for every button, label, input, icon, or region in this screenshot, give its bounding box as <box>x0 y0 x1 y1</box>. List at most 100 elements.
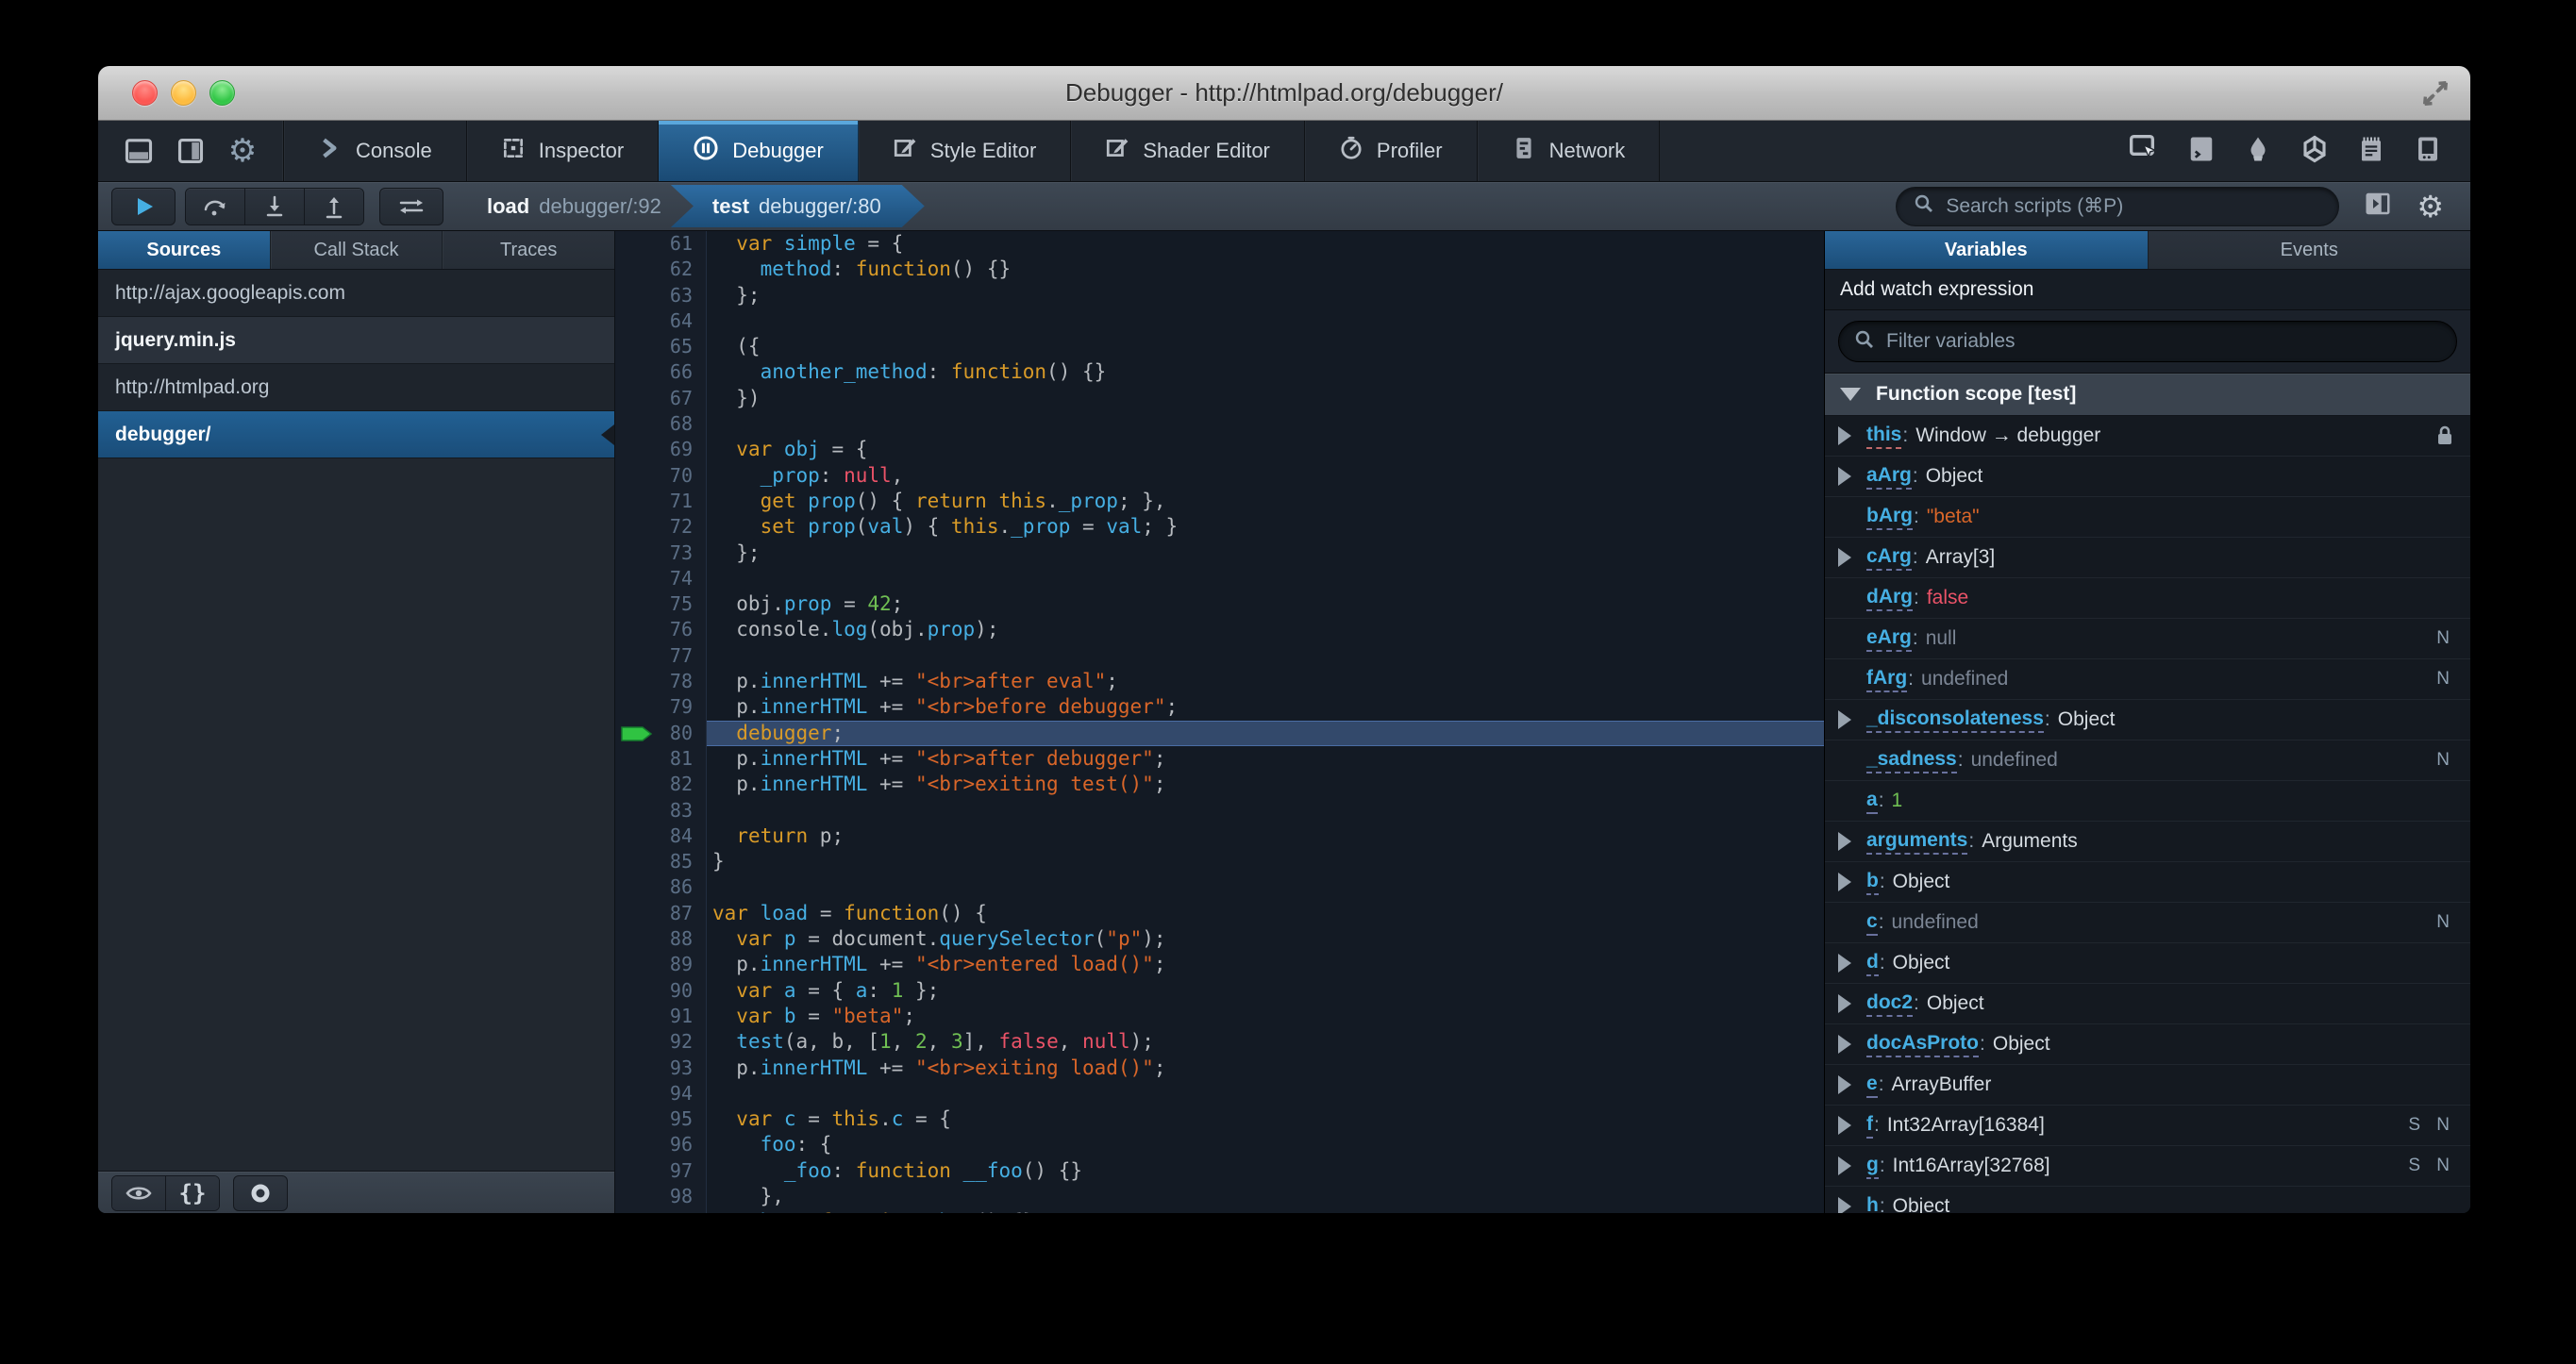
code-text[interactable]: }; <box>707 283 1824 308</box>
code-editor[interactable]: 61 var simple = {62 method: function() {… <box>615 231 1824 1213</box>
split-console-icon[interactable] <box>2187 134 2216 169</box>
line-number-gutter[interactable]: 86 <box>615 874 707 901</box>
line-number-gutter[interactable]: 81 <box>615 745 707 773</box>
scope-header[interactable]: Function scope [test] <box>1825 374 2470 416</box>
tab-sources[interactable]: Sources <box>98 231 271 269</box>
variable-value[interactable]: false <box>1927 587 1968 609</box>
variable-value[interactable]: Arguments <box>1982 830 2078 853</box>
source-item[interactable]: debugger/ <box>98 411 614 458</box>
line-number-gutter[interactable]: 87 <box>615 900 707 927</box>
code-text[interactable]: var load = function() { <box>707 901 1824 926</box>
step-over-button[interactable] <box>186 188 245 225</box>
code-text[interactable]: p.innerHTML += "<br>after eval"; <box>707 669 1824 694</box>
code-text[interactable]: test(a, b, [1, 2, 3], false, null); <box>707 1029 1824 1055</box>
variable-name[interactable]: d <box>1866 951 1879 976</box>
line-number-gutter[interactable]: 97 <box>615 1157 707 1184</box>
variable-name[interactable]: eArg <box>1866 626 1912 652</box>
code-text[interactable]: debugger; <box>707 720 1824 746</box>
tab-profiler[interactable]: Profiler <box>1305 121 1478 181</box>
tab-variables[interactable]: Variables <box>1825 231 2149 269</box>
responsive-mode-icon[interactable] <box>2414 134 2442 169</box>
breadcrumb-load[interactable]: load debugger/:92 <box>474 194 675 219</box>
variable-row[interactable]: _sadness: undefined N <box>1825 740 2470 781</box>
code-text[interactable]: set prop(val) { this._prop = val; } <box>707 514 1824 540</box>
variable-name[interactable]: dArg <box>1866 586 1913 611</box>
paintbrush-icon[interactable] <box>2244 134 2272 169</box>
minimize-button[interactable] <box>171 80 196 106</box>
toolbox-options-gear-icon[interactable]: ⚙ <box>228 135 257 167</box>
variable-row[interactable]: this: Window → debugger <box>1825 416 2470 457</box>
line-number-gutter[interactable]: 98 <box>615 1183 707 1210</box>
variable-name[interactable]: h <box>1866 1194 1879 1214</box>
line-number-gutter[interactable]: 67 <box>615 385 707 412</box>
variable-name[interactable]: doc2 <box>1866 991 1914 1017</box>
line-number-gutter[interactable]: 96 <box>615 1132 707 1158</box>
variable-name[interactable]: aArg <box>1866 464 1912 490</box>
script-search[interactable] <box>1896 186 2340 226</box>
breadcrumb-test[interactable]: test debugger/:80 <box>671 185 925 227</box>
tab-inspector[interactable]: Inspector <box>467 121 660 181</box>
line-number-gutter[interactable]: 76 <box>615 617 707 643</box>
expand-arrow-icon[interactable] <box>1838 710 1851 729</box>
step-in-button[interactable] <box>245 188 305 225</box>
line-number-gutter[interactable]: 66 <box>615 359 707 386</box>
variable-value[interactable]: undefined <box>1921 668 2008 690</box>
line-number-gutter[interactable]: 95 <box>615 1106 707 1133</box>
expand-arrow-icon[interactable] <box>1838 1035 1851 1054</box>
line-number-gutter[interactable]: 92 <box>615 1029 707 1056</box>
variable-value[interactable]: 1 <box>1892 790 1903 812</box>
variable-name[interactable]: this <box>1866 424 1902 449</box>
variable-name[interactable]: f <box>1866 1113 1873 1139</box>
code-text[interactable]: } <box>707 849 1824 874</box>
code-text[interactable]: method: function() {} <box>707 257 1824 282</box>
expand-arrow-icon[interactable] <box>1838 832 1851 851</box>
code-text[interactable] <box>707 1081 1824 1106</box>
line-number-gutter[interactable]: 82 <box>615 772 707 798</box>
variable-name[interactable]: g <box>1866 1154 1879 1179</box>
source-item[interactable]: jquery.min.js <box>98 317 614 364</box>
variable-name[interactable]: c <box>1866 910 1878 936</box>
variable-name[interactable]: arguments <box>1866 829 1968 855</box>
line-number-gutter[interactable]: 85 <box>615 849 707 875</box>
line-number-gutter[interactable]: 80 <box>615 720 707 746</box>
code-text[interactable]: obj.prop = 42; <box>707 591 1824 617</box>
variable-value[interactable]: Object <box>1927 992 1984 1015</box>
expand-arrow-icon[interactable] <box>1838 1075 1851 1094</box>
expand-arrow-icon[interactable] <box>1838 426 1851 445</box>
source-item[interactable]: http://ajax.googleapis.com <box>98 270 614 317</box>
code-text[interactable]: _foo: function __foo() {} <box>707 1158 1824 1184</box>
expand-arrow-icon[interactable] <box>1838 467 1851 486</box>
variable-row[interactable]: eArg: null N <box>1825 619 2470 659</box>
line-number-gutter[interactable]: 74 <box>615 565 707 592</box>
search-scripts-input[interactable] <box>1944 193 2322 219</box>
variable-row[interactable]: g: Int16Array[32768] S N <box>1825 1146 2470 1187</box>
code-text[interactable]: p.innerHTML += "<br>after debugger"; <box>707 746 1824 772</box>
expand-arrow-icon[interactable] <box>1838 1156 1851 1175</box>
variable-row[interactable]: docAsProto: Object <box>1825 1024 2470 1065</box>
line-number-gutter[interactable]: 64 <box>615 308 707 335</box>
variable-name[interactable]: _sadness <box>1866 748 1957 773</box>
line-number-gutter[interactable]: 90 <box>615 977 707 1004</box>
code-text[interactable]: foo: { <box>707 1132 1824 1157</box>
code-text[interactable]: p.innerHTML += "<br>entered load()"; <box>707 952 1824 977</box>
code-text[interactable]: console.log(obj.prop); <box>707 617 1824 642</box>
debugger-options-gear-icon[interactable]: ⚙ <box>2417 191 2444 222</box>
expand-arrow-icon[interactable] <box>1838 873 1851 891</box>
toggle-pause-exceptions-button[interactable] <box>379 187 443 225</box>
tab-debugger[interactable]: Debugger <box>659 121 859 181</box>
line-number-gutter[interactable]: 70 <box>615 462 707 489</box>
code-text[interactable]: var obj = { <box>707 437 1824 462</box>
variable-name[interactable]: b <box>1866 870 1879 895</box>
variable-row[interactable]: b: Object <box>1825 862 2470 903</box>
line-number-gutter[interactable]: 93 <box>615 1055 707 1081</box>
variable-value[interactable]: Object <box>1926 465 1983 488</box>
variable-name[interactable]: e <box>1866 1073 1878 1098</box>
variable-value[interactable]: Array[3] <box>1926 546 1996 569</box>
code-text[interactable]: bar: function _bar() {}, <box>707 1209 1824 1213</box>
code-text[interactable]: return p; <box>707 823 1824 849</box>
variable-value[interactable]: Object <box>1893 871 1950 893</box>
line-number-gutter[interactable]: 99 <box>615 1209 707 1213</box>
code-text[interactable] <box>707 643 1824 669</box>
line-number-gutter[interactable]: 65 <box>615 334 707 360</box>
line-number-gutter[interactable]: 91 <box>615 1003 707 1030</box>
